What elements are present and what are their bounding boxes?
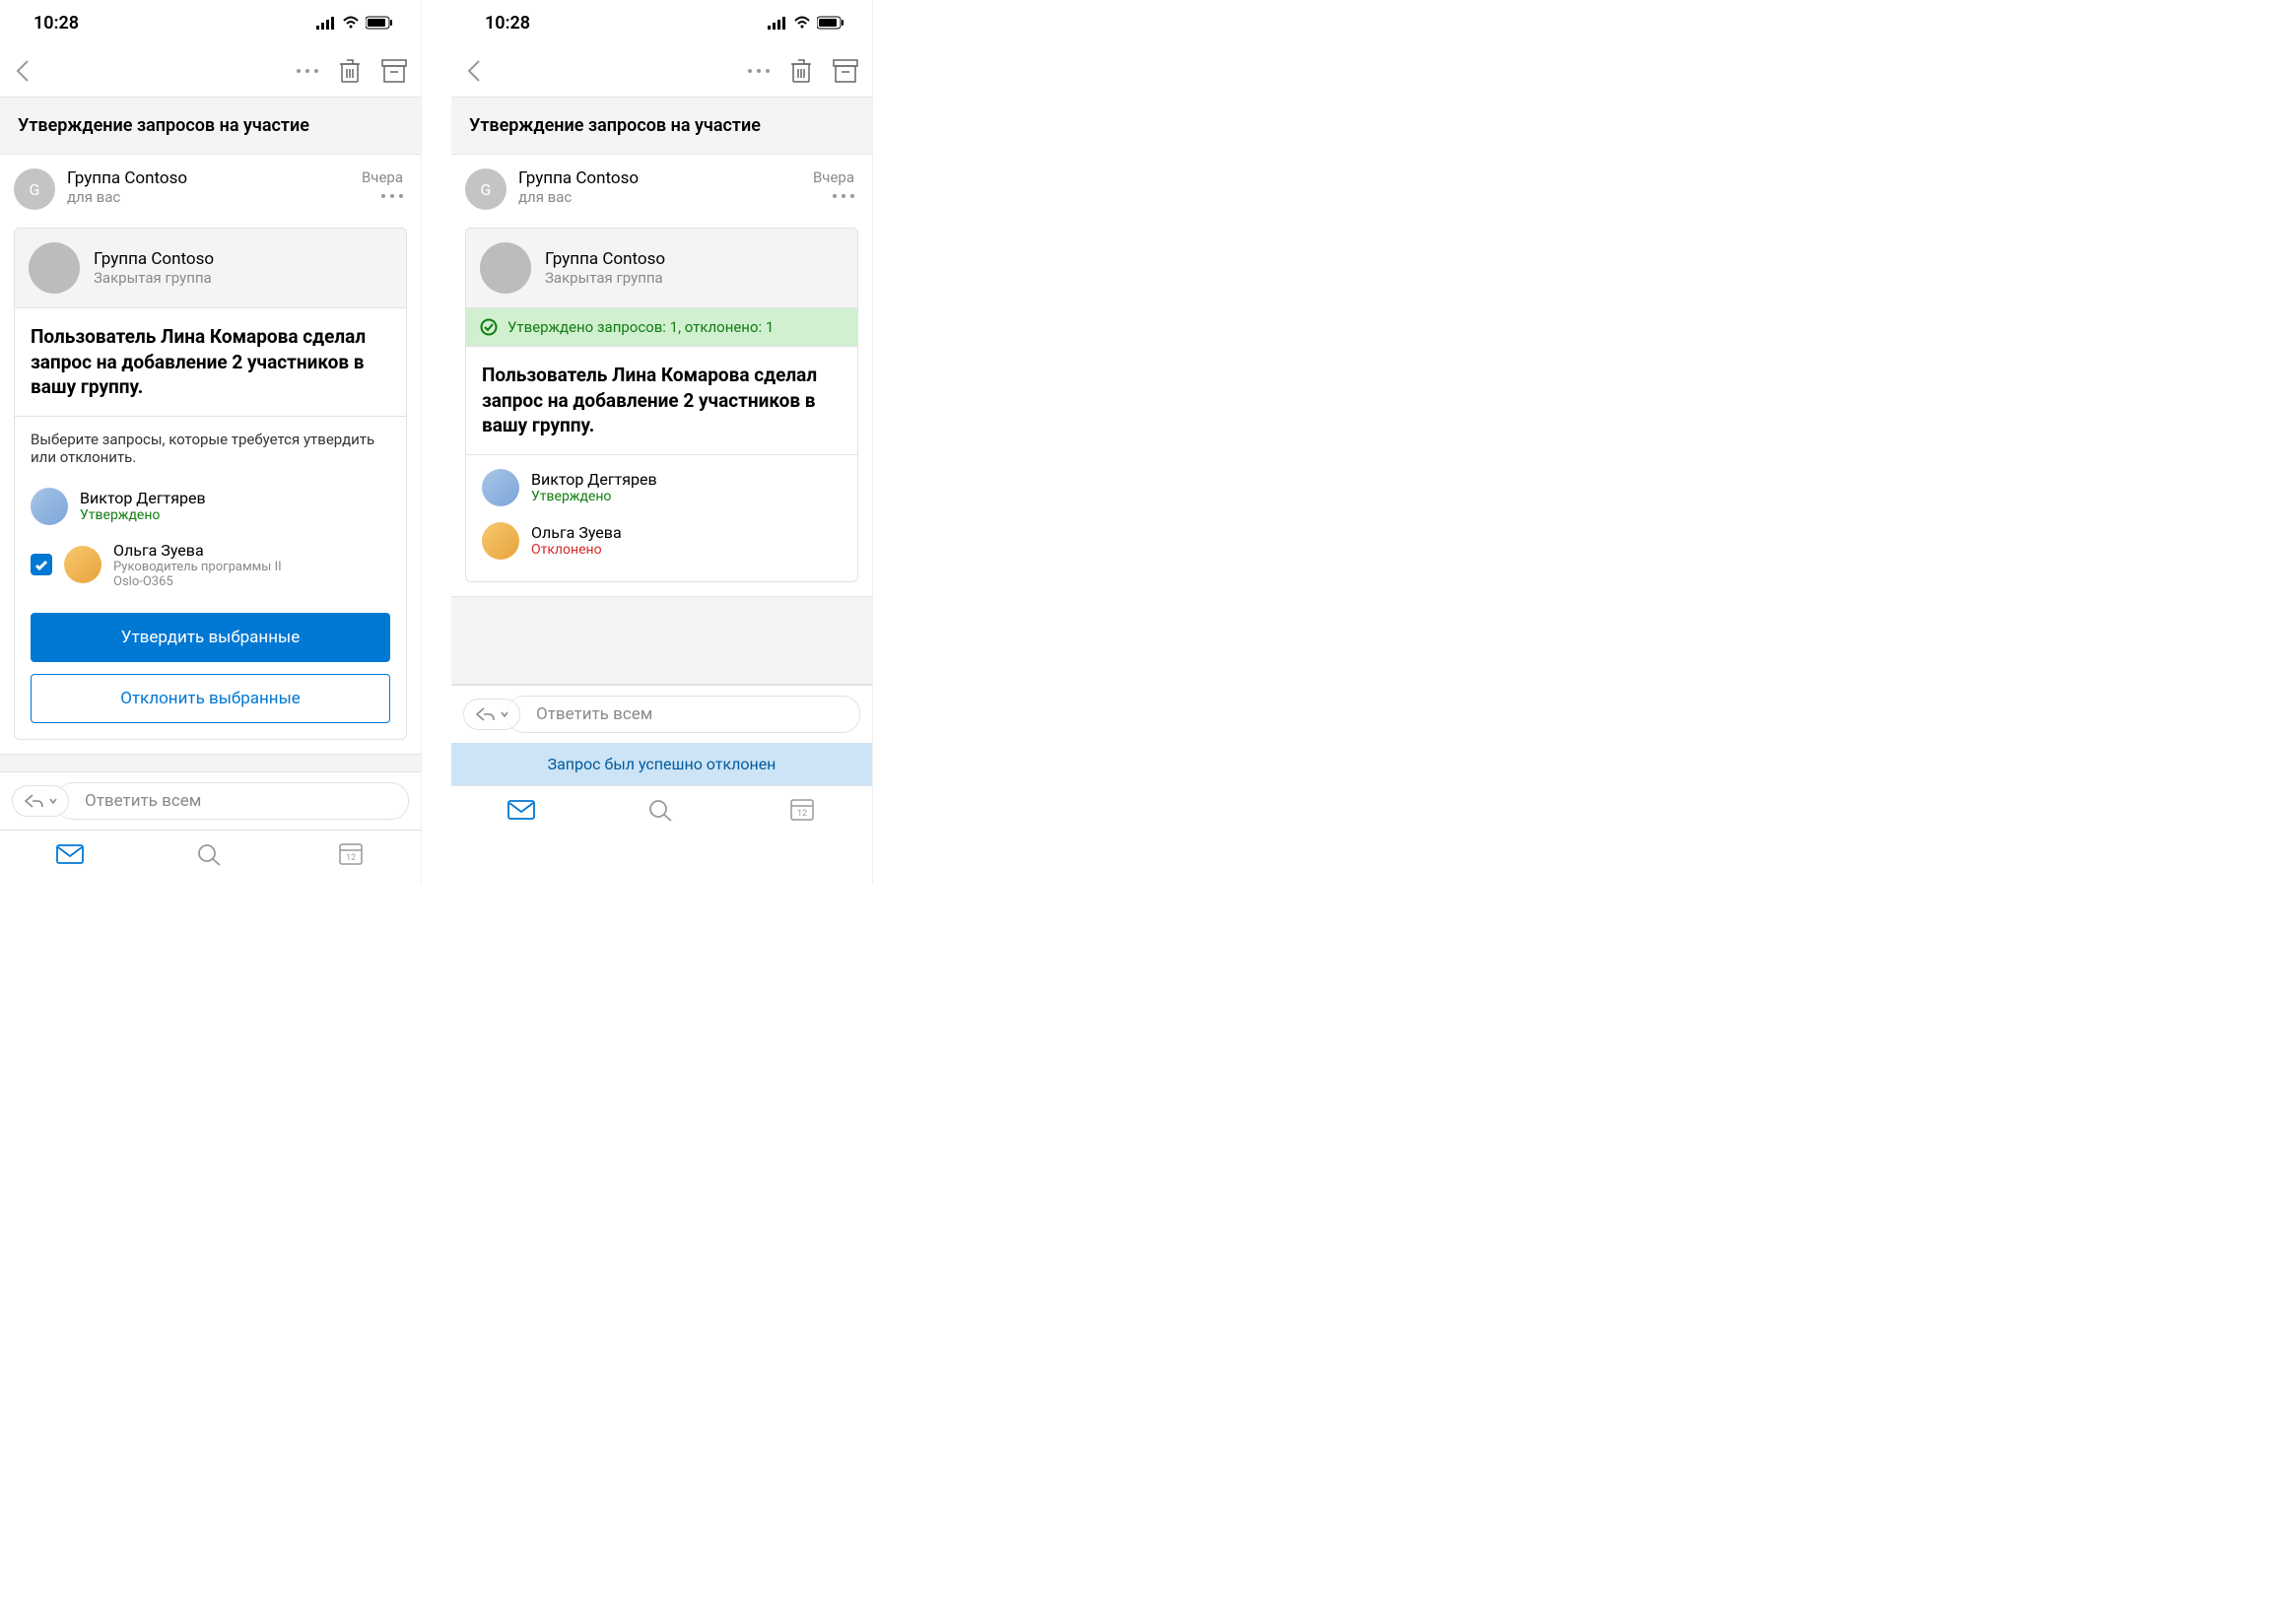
battery-icon: [817, 16, 844, 30]
success-banner: Утверждено запросов: 1, отклонено: 1: [466, 308, 857, 347]
search-tab[interactable]: [195, 842, 225, 866]
sender-row: G Группа Contoso для вас Вчера: [451, 155, 872, 220]
group-avatar: [480, 242, 531, 294]
reply-row[interactable]: Ответить всем: [451, 685, 872, 743]
calendar-tab[interactable]: 12: [787, 798, 817, 822]
person-name: Ольга Зуева: [531, 523, 622, 542]
avatar: [31, 488, 68, 525]
archive-icon[interactable]: [381, 59, 407, 83]
svg-text:12: 12: [797, 809, 807, 819]
search-tab[interactable]: [646, 798, 676, 822]
person-row-1: Виктор Дегтярев Утверждено: [466, 461, 857, 514]
wifi-icon: [342, 16, 360, 30]
card-header: Группа Contoso Закрытая группа: [15, 229, 406, 308]
group-avatar: [29, 242, 80, 294]
wifi-icon: [793, 16, 811, 30]
tab-bar: 12: [451, 785, 872, 839]
check-circle-icon: [480, 318, 498, 336]
person-row-2: Ольга Зуева Отклонено: [466, 514, 857, 567]
reply-all-icon: [23, 792, 44, 810]
clock: 10:28: [34, 13, 79, 33]
phone-screen-right: 10:28 Утверждение запросов на участие G …: [451, 0, 873, 884]
status-icons: [316, 16, 393, 30]
group-type: Закрытая группа: [94, 269, 214, 287]
person-status: Утверждено: [80, 507, 206, 523]
status-icons: [768, 16, 844, 30]
person-team: Oslo-O365: [113, 574, 282, 589]
tab-bar: 12: [0, 830, 421, 884]
person-name: Виктор Дегтярев: [80, 489, 206, 507]
message-more-button[interactable]: [833, 194, 854, 198]
avatar: [64, 546, 101, 583]
more-options-button[interactable]: [297, 69, 318, 73]
back-button[interactable]: [465, 57, 483, 85]
status-bar: 10:28: [451, 0, 872, 45]
subject: Утверждение запросов на участие: [0, 97, 421, 155]
clock: 10:28: [485, 13, 530, 33]
approve-selected-button[interactable]: Утвердить выбранные: [31, 613, 390, 662]
sender-row: G Группа Contoso для вас Вчера: [0, 155, 421, 220]
svg-text:12: 12: [346, 853, 356, 863]
reply-input[interactable]: Ответить всем: [55, 782, 409, 820]
reply-input[interactable]: Ответить всем: [506, 696, 860, 733]
group-type: Закрытая группа: [545, 269, 665, 287]
status-bar: 10:28: [0, 0, 421, 45]
battery-icon: [366, 16, 393, 30]
mail-tab[interactable]: [55, 842, 85, 866]
sender-sub: для вас: [67, 188, 350, 206]
person-status: Отклонено: [531, 542, 622, 558]
calendar-tab[interactable]: 12: [336, 842, 366, 866]
person-row-2[interactable]: Ольга Зуева Руководитель программы II Os…: [15, 533, 406, 597]
person-name: Виктор Дегтярев: [531, 470, 657, 489]
timestamp: Вчера: [813, 168, 854, 186]
nav-bar: [451, 45, 872, 97]
person-status: Утверждено: [531, 489, 657, 504]
group-name: Группа Contoso: [545, 249, 665, 269]
toast-message: Запрос был успешно отклонен: [451, 743, 872, 785]
person-row-1: Виктор Дегтярев Утверждено: [15, 480, 406, 533]
person-role: Руководитель программы II: [113, 560, 282, 574]
person-name: Ольга Зуева: [113, 541, 282, 560]
reply-row[interactable]: Ответить всем: [0, 771, 421, 830]
cellular-icon: [768, 16, 787, 30]
trash-icon[interactable]: [789, 58, 813, 84]
banner-text: Утверждено запросов: 1, отклонено: 1: [507, 318, 774, 336]
approval-card: Группа Contoso Закрытая группа Утвержден…: [465, 228, 858, 582]
spacer: [451, 596, 872, 685]
instruction: Выберите запросы, которые требуется утве…: [31, 431, 390, 466]
sender-name: Группа Contoso: [518, 168, 801, 188]
card-header: Группа Contoso Закрытая группа: [466, 229, 857, 308]
headline: Пользователь Лина Комарова сделал запрос…: [482, 363, 842, 438]
checkbox-checked[interactable]: [31, 554, 52, 575]
sender-sub: для вас: [518, 188, 801, 206]
sender-avatar: G: [465, 168, 506, 210]
nav-bar: [0, 45, 421, 97]
archive-icon[interactable]: [833, 59, 858, 83]
subject: Утверждение запросов на участие: [451, 97, 872, 155]
sender-avatar: G: [14, 168, 55, 210]
phone-screen-left: 10:28 Утверждение запросов на участие G …: [0, 0, 422, 884]
message-more-button[interactable]: [381, 194, 403, 198]
mail-tab[interactable]: [506, 798, 536, 822]
back-button[interactable]: [14, 57, 32, 85]
cellular-icon: [316, 16, 336, 30]
group-name: Группа Contoso: [94, 249, 214, 269]
decline-selected-button[interactable]: Отклонить выбранные: [31, 674, 390, 723]
reply-all-icon: [474, 705, 496, 723]
avatar: [482, 469, 519, 506]
sender-name: Группа Contoso: [67, 168, 350, 188]
headline: Пользователь Лина Комарова сделал запрос…: [31, 324, 390, 400]
avatar: [482, 522, 519, 560]
more-options-button[interactable]: [748, 69, 770, 73]
timestamp: Вчера: [362, 168, 403, 186]
approval-card: Группа Contoso Закрытая группа Пользоват…: [14, 228, 407, 740]
trash-icon[interactable]: [338, 58, 362, 84]
